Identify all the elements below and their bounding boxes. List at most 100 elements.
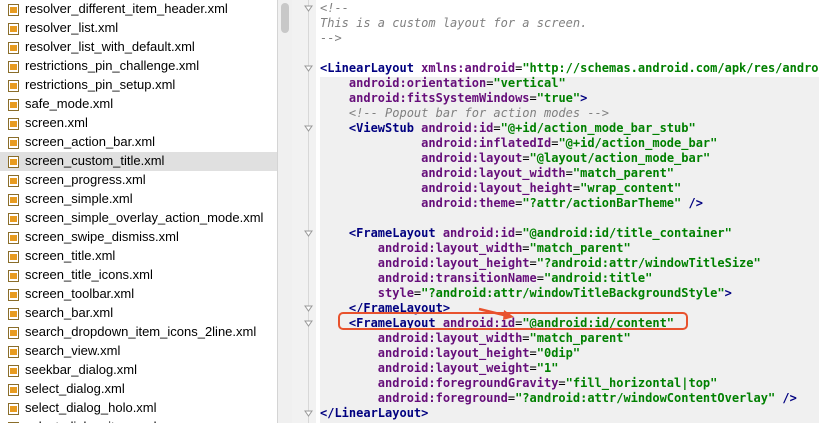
code-token: "true" [536, 91, 581, 105]
code-token: "match_parent" [572, 166, 675, 180]
code-token: "http://schemas.android.com/apk/res/andr… [522, 61, 819, 75]
code-token: = [529, 256, 537, 270]
file-tree-item[interactable]: screen_action_bar.xml [0, 133, 277, 152]
code-line: <LinearLayout xmlns:android="http://sche… [320, 61, 819, 76]
code-line: android:foregroundGravity="fill_horizont… [320, 376, 718, 391]
code-token: "@+id/action_mode_bar" [558, 136, 718, 150]
xml-file-icon [8, 308, 19, 320]
file-tree-item[interactable]: screen_progress.xml [0, 171, 277, 190]
code-line: android:inflatedId="@+id/action_mode_bar… [320, 136, 717, 151]
scrollbar-thumb[interactable] [281, 3, 289, 33]
code-line: <FrameLayout android:id="@android:id/tit… [320, 226, 732, 241]
fold-marker-icon[interactable] [304, 409, 313, 418]
file-name-label: select_dialog_holo.xml [25, 400, 157, 415]
file-tree-item[interactable]: seekbar_dialog.xml [0, 361, 277, 380]
code-line: <ViewStub android:id="@+id/action_mode_b… [320, 121, 696, 136]
code-token: android:inflatedId [421, 136, 552, 150]
file-tree-item[interactable]: screen.xml [0, 114, 277, 133]
file-tree-item[interactable]: select_dialog_item.xml [0, 418, 277, 423]
file-tree-item[interactable]: search_bar.xml [0, 304, 277, 323]
code-token: /> [681, 196, 703, 210]
file-tree-item[interactable]: select_dialog.xml [0, 380, 277, 399]
code-token: = [558, 376, 566, 390]
xml-file-icon [8, 270, 19, 282]
code-token: <!-- [320, 1, 349, 15]
file-name-label: screen_simple.xml [25, 191, 133, 206]
file-tree-scrollbar[interactable] [277, 0, 292, 423]
code-token: "match_parent" [529, 331, 631, 345]
code-line: android:fitsSystemWindows="true"> [320, 91, 587, 106]
file-tree-item[interactable]: resolver_list_with_default.xml [0, 38, 277, 57]
code-token: = [536, 271, 544, 285]
code-token: --> [320, 31, 342, 45]
file-name-label: screen_title_icons.xml [25, 267, 153, 282]
file-tree-item[interactable]: screen_title.xml [0, 247, 277, 266]
code-token: "0dip" [536, 346, 581, 360]
xml-file-icon [8, 232, 19, 244]
file-name-label: resolver_different_item_header.xml [25, 1, 228, 16]
file-tree-item[interactable]: search_view.xml [0, 342, 277, 361]
fold-marker-icon[interactable] [304, 4, 313, 13]
fold-marker-icon[interactable] [304, 319, 313, 328]
file-tree-item[interactable]: search_dropdown_item_icons_2line.xml [0, 323, 277, 342]
code-line: android:layout_width="match_parent" [320, 331, 631, 346]
file-tree-item[interactable]: screen_custom_title.xml [0, 152, 277, 171]
code-token: "?android:attr/windowTitleSize" [536, 256, 761, 270]
code-line: --> [320, 31, 342, 46]
xml-file-icon [8, 99, 19, 111]
xml-file-icon [8, 289, 19, 301]
file-name-label: search_bar.xml [25, 305, 114, 320]
code-token: > [724, 286, 732, 300]
code-token: android:layout_width [377, 241, 523, 255]
file-tree-item[interactable]: restrictions_pin_setup.xml [0, 76, 277, 95]
file-tree-item[interactable]: restrictions_pin_challenge.xml [0, 57, 277, 76]
code-token: "@android:id/title_container" [522, 226, 732, 240]
code-token: android:layout [421, 151, 523, 165]
code-token: "1" [536, 361, 559, 375]
code-editor[interactable]: <!-- This is a custom layout for a screen… [316, 0, 819, 423]
file-tree-item[interactable]: select_dialog_holo.xml [0, 399, 277, 418]
file-name-label: resolver_list_with_default.xml [25, 39, 195, 54]
fold-marker-icon[interactable] [304, 64, 313, 73]
code-token: = [529, 91, 537, 105]
file-tree-item[interactable]: screen_swipe_dismiss.xml [0, 228, 277, 247]
code-token: <LinearLayout [320, 61, 422, 75]
file-tree-item[interactable]: screen_toolbar.xml [0, 285, 277, 304]
file-name-label: search_dropdown_item_icons_2line.xml [25, 324, 257, 339]
file-tree-item[interactable]: screen_simple_overlay_action_mode.xml [0, 209, 277, 228]
code-line: android:theme="?attr/actionBarTheme" /> [320, 196, 703, 211]
code-line: android:transitionName="android:title" [320, 271, 653, 286]
xml-file-icon [8, 365, 19, 377]
code-token: android:orientation [348, 76, 487, 90]
xml-file-icon [8, 175, 19, 187]
file-tree-item[interactable]: screen_simple.xml [0, 190, 277, 209]
file-name-label: resolver_list.xml [25, 20, 119, 35]
file-tree-item[interactable]: screen_title_icons.xml [0, 266, 277, 285]
xml-file-icon [8, 384, 19, 396]
fold-marker-icon[interactable] [304, 304, 313, 313]
file-name-label: safe_mode.xml [25, 96, 114, 111]
xml-file-icon [8, 80, 19, 92]
file-name-label: screen_swipe_dismiss.xml [25, 229, 179, 244]
code-token: android:layout_weight [377, 361, 530, 375]
file-name-label: select_dialog_item.xml [25, 419, 157, 423]
code-line: android:layout_weight="1" [320, 361, 559, 376]
code-token: = [522, 241, 530, 255]
fold-marker-icon[interactable] [304, 124, 313, 133]
fold-marker-icon[interactable] [304, 229, 313, 238]
file-tree-item[interactable]: resolver_list.xml [0, 19, 277, 38]
file-tree-item[interactable]: resolver_different_item_header.xml [0, 0, 277, 19]
code-line: android:layout_height="?android:attr/win… [320, 256, 761, 271]
xml-file-icon [8, 23, 19, 35]
xml-file-icon [8, 251, 19, 263]
file-tree-item[interactable]: safe_mode.xml [0, 95, 277, 114]
